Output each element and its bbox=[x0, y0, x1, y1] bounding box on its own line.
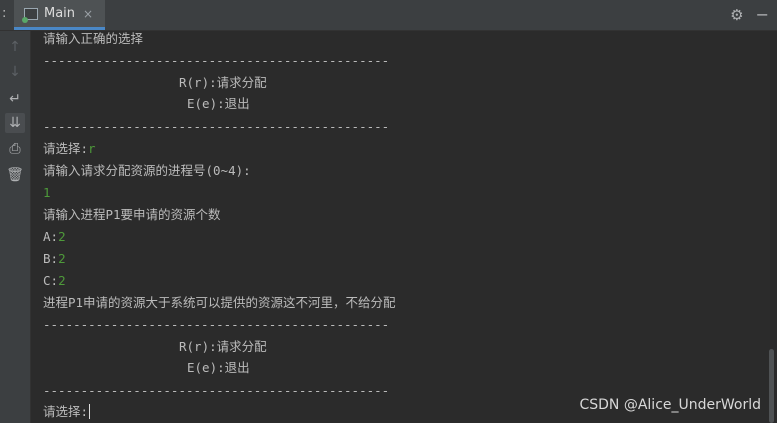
resource-a-label: A: bbox=[43, 229, 59, 244]
choose-line[interactable]: 请选择: bbox=[43, 404, 91, 420]
arrow-down-icon[interactable]: ↓ bbox=[5, 62, 25, 82]
application-run-icon bbox=[22, 7, 38, 23]
choose-line: 请选择:r bbox=[43, 141, 96, 157]
close-icon[interactable]: × bbox=[83, 7, 93, 21]
user-input: 2 bbox=[58, 229, 66, 244]
resource-b-label: B: bbox=[43, 251, 59, 266]
vertical-scrollbar[interactable] bbox=[769, 349, 774, 423]
console-line: 请输入请求分配资源的进程号(0~4): bbox=[43, 163, 251, 178]
menu-request: R(r):请求分配 bbox=[179, 75, 267, 90]
watermark: CSDN @Alice_UnderWorld bbox=[579, 397, 761, 413]
resource-c-label: C: bbox=[43, 273, 59, 288]
tab-bar: : Main × ⚙ − bbox=[0, 0, 777, 31]
console-toolbar: ↑ ↓ ↵ ⇊ ⎙ 🗑 bbox=[0, 31, 31, 423]
separator-line: ----------------------------------------… bbox=[43, 119, 390, 134]
choose-label: 请选择: bbox=[43, 404, 89, 419]
run-console-window: : Main × ⚙ − ↑ ↓ ↵ ⇊ ⎙ 🗑 请输入正确的选择 ------… bbox=[0, 0, 777, 423]
resource-a-line: A:2 bbox=[43, 229, 66, 245]
print-icon[interactable]: ⎙ bbox=[5, 139, 25, 159]
result-line: 进程P1申请的资源大于系统可以提供的资源这不河里，不给分配 bbox=[43, 295, 396, 310]
choose-label: 请选择: bbox=[43, 141, 89, 156]
menu-request: R(r):请求分配 bbox=[179, 339, 267, 354]
resource-c-line: C:2 bbox=[43, 273, 66, 289]
menu-exit: E(e):退出 bbox=[187, 360, 250, 375]
separator-line: ----------------------------------------… bbox=[43, 317, 390, 332]
hide-icon[interactable]: − bbox=[756, 5, 769, 24]
tab-bar-actions: ⚙ − bbox=[730, 5, 769, 24]
soft-wrap-icon[interactable]: ↵ bbox=[5, 89, 25, 109]
gear-icon[interactable]: ⚙ bbox=[730, 6, 743, 24]
separator-line: ----------------------------------------… bbox=[43, 53, 390, 68]
trash-icon[interactable]: 🗑 bbox=[5, 165, 25, 185]
tab-main-label: Main bbox=[44, 6, 76, 21]
user-input: 1 bbox=[43, 185, 51, 200]
user-input: 2 bbox=[58, 273, 66, 288]
arrow-up-icon[interactable]: ↑ bbox=[5, 37, 25, 57]
text-caret bbox=[89, 404, 91, 419]
console-output[interactable]: 请输入正确的选择 -------------------------------… bbox=[31, 31, 777, 423]
console-line: 请输入正确的选择 bbox=[43, 31, 144, 46]
menu-exit: E(e):退出 bbox=[187, 96, 250, 111]
tab-main[interactable]: Main × bbox=[14, 0, 106, 30]
tab-bar-marker: : bbox=[2, 6, 7, 21]
scroll-to-end-icon[interactable]: ⇊ bbox=[5, 113, 25, 133]
resource-b-line: B:2 bbox=[43, 251, 66, 267]
user-input: r bbox=[88, 141, 96, 156]
user-input: 2 bbox=[58, 251, 66, 266]
separator-line: ----------------------------------------… bbox=[43, 383, 390, 398]
console-line: 请输入进程P1要申请的资源个数 bbox=[43, 207, 221, 222]
